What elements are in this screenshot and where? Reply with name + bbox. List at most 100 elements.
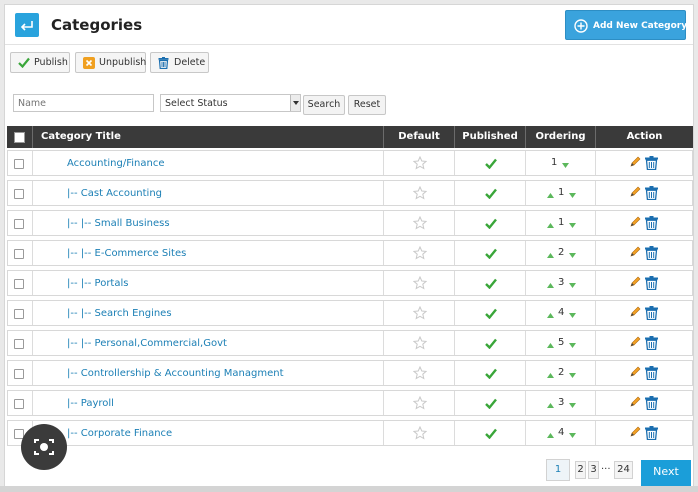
back-button[interactable] xyxy=(15,13,39,37)
move-down-arrow-icon[interactable] xyxy=(569,250,576,261)
move-up-arrow-icon[interactable] xyxy=(547,430,554,441)
move-up-arrow-icon[interactable] xyxy=(547,340,554,351)
row-checkbox[interactable] xyxy=(14,309,24,319)
row-checkbox[interactable] xyxy=(14,399,24,409)
delete-trash-icon[interactable] xyxy=(644,336,659,353)
move-down-arrow-icon[interactable] xyxy=(569,370,576,381)
delete-trash-icon[interactable] xyxy=(644,366,659,383)
delete-button[interactable]: Delete xyxy=(150,52,209,73)
category-title-link[interactable]: |-- |-- E-Commerce Sites xyxy=(67,248,186,259)
move-down-arrow-icon[interactable] xyxy=(562,160,569,171)
delete-trash-icon[interactable] xyxy=(644,216,659,233)
default-star-icon[interactable] xyxy=(412,335,428,353)
lens-overlay-button[interactable] xyxy=(21,424,67,470)
row-checkbox[interactable] xyxy=(14,369,24,379)
column-header-default[interactable]: Default xyxy=(384,126,455,148)
default-star-icon[interactable] xyxy=(412,395,428,413)
category-title-link[interactable]: |-- |-- Search Engines xyxy=(67,308,172,319)
published-check-icon[interactable] xyxy=(485,398,497,412)
delete-trash-icon[interactable] xyxy=(644,186,659,203)
default-star-icon[interactable] xyxy=(412,215,428,233)
default-star-icon[interactable] xyxy=(412,365,428,383)
move-up-arrow-icon[interactable] xyxy=(547,310,554,321)
page-link-1[interactable]: 1 xyxy=(546,459,570,481)
category-title-link[interactable]: |-- Controllership & Accounting Managmen… xyxy=(67,368,284,379)
delete-trash-icon[interactable] xyxy=(644,426,659,443)
page-link-3[interactable]: 3 xyxy=(588,461,599,479)
row-checkbox[interactable] xyxy=(14,219,24,229)
edit-pencil-icon[interactable] xyxy=(629,366,641,381)
page-link-24[interactable]: 24 xyxy=(614,461,633,479)
row-checkbox[interactable] xyxy=(14,159,24,169)
published-check-icon[interactable] xyxy=(485,248,497,262)
row-checkbox[interactable] xyxy=(14,339,24,349)
edit-pencil-icon[interactable] xyxy=(629,156,641,171)
move-up-arrow-icon[interactable] xyxy=(547,250,554,261)
category-title-link[interactable]: |-- Corporate Finance xyxy=(67,428,172,439)
published-check-icon[interactable] xyxy=(485,368,497,382)
page-link-2[interactable]: 2 xyxy=(575,461,586,479)
delete-trash-icon[interactable] xyxy=(644,246,659,263)
category-title-link[interactable]: |-- Cast Accounting xyxy=(67,188,162,199)
move-down-arrow-icon[interactable] xyxy=(569,280,576,291)
published-check-icon[interactable] xyxy=(485,428,497,442)
move-down-arrow-icon[interactable] xyxy=(569,400,576,411)
default-star-icon[interactable] xyxy=(412,155,428,173)
move-up-arrow-icon[interactable] xyxy=(547,280,554,291)
delete-trash-icon[interactable] xyxy=(644,276,659,293)
add-new-category-button[interactable]: Add New Category xyxy=(565,10,687,40)
category-title-link[interactable]: |-- Payroll xyxy=(67,398,114,409)
edit-pencil-icon[interactable] xyxy=(629,246,641,261)
move-down-arrow-icon[interactable] xyxy=(569,340,576,351)
edit-pencil-icon[interactable] xyxy=(629,276,641,291)
default-star-icon[interactable] xyxy=(412,305,428,323)
default-star-icon[interactable] xyxy=(412,425,428,443)
default-star-icon[interactable] xyxy=(412,185,428,203)
next-page-button[interactable]: Next xyxy=(641,460,691,486)
edit-pencil-icon[interactable] xyxy=(629,306,641,321)
move-down-arrow-icon[interactable] xyxy=(569,220,576,231)
category-title-link[interactable]: |-- |-- Small Business xyxy=(67,218,170,229)
column-header-action[interactable]: Action xyxy=(596,126,693,148)
row-checkbox[interactable] xyxy=(14,279,24,289)
column-header-ordering[interactable]: Ordering xyxy=(526,126,596,148)
category-title-link[interactable]: |-- |-- Portals xyxy=(67,278,128,289)
status-select[interactable]: Select Status xyxy=(160,94,301,112)
search-button[interactable]: Search xyxy=(303,95,345,115)
published-check-icon[interactable] xyxy=(485,308,497,322)
edit-pencil-icon[interactable] xyxy=(629,396,641,411)
row-action-cell xyxy=(596,391,692,415)
move-down-arrow-icon[interactable] xyxy=(569,310,576,321)
category-title-link[interactable]: Accounting/Finance xyxy=(67,158,164,169)
edit-pencil-icon[interactable] xyxy=(629,216,641,231)
edit-pencil-icon[interactable] xyxy=(629,186,641,201)
published-check-icon[interactable] xyxy=(485,158,497,172)
reset-button[interactable]: Reset xyxy=(348,95,386,115)
category-title-link[interactable]: |-- |-- Personal,Commercial,Govt xyxy=(67,338,227,349)
default-star-icon[interactable] xyxy=(412,245,428,263)
column-header-title[interactable]: Category Title xyxy=(33,126,384,148)
row-checkbox[interactable] xyxy=(14,189,24,199)
published-check-icon[interactable] xyxy=(485,188,497,202)
published-check-icon[interactable] xyxy=(485,218,497,232)
column-header-published[interactable]: Published xyxy=(455,126,526,148)
move-up-arrow-icon[interactable] xyxy=(547,190,554,201)
move-down-arrow-icon[interactable] xyxy=(569,430,576,441)
delete-trash-icon[interactable] xyxy=(644,156,659,173)
publish-button[interactable]: Publish xyxy=(10,52,70,73)
move-up-arrow-icon[interactable] xyxy=(547,370,554,381)
unpublish-button[interactable]: Unpublish xyxy=(75,52,146,73)
published-check-icon[interactable] xyxy=(485,338,497,352)
delete-trash-icon[interactable] xyxy=(644,306,659,323)
move-up-arrow-icon[interactable] xyxy=(547,400,554,411)
edit-pencil-icon[interactable] xyxy=(629,336,641,351)
default-star-icon[interactable] xyxy=(412,275,428,293)
delete-trash-icon[interactable] xyxy=(644,396,659,413)
edit-pencil-icon[interactable] xyxy=(629,426,641,441)
published-check-icon[interactable] xyxy=(485,278,497,292)
move-up-arrow-icon[interactable] xyxy=(547,220,554,231)
move-down-arrow-icon[interactable] xyxy=(569,190,576,201)
name-filter-input[interactable] xyxy=(13,94,154,112)
select-all-checkbox[interactable] xyxy=(14,132,25,143)
row-checkbox[interactable] xyxy=(14,249,24,259)
